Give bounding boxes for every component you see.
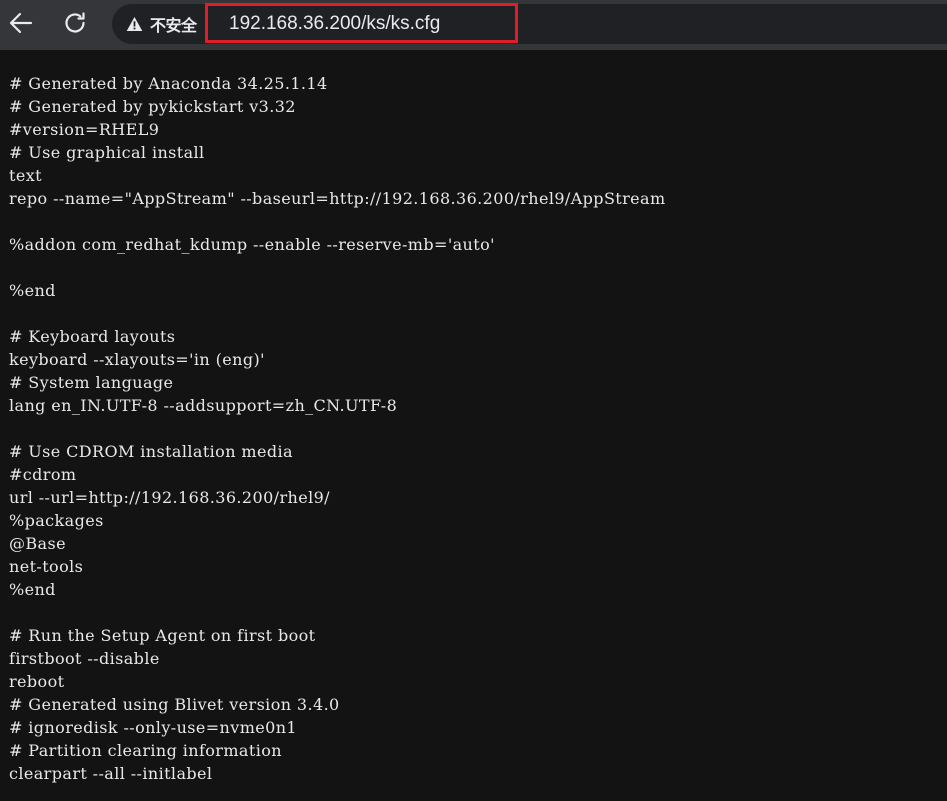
- document-line: net-tools: [9, 557, 84, 576]
- document-line: [9, 417, 666, 440]
- document-line: # Generated by pykickstart v3.32: [9, 97, 296, 116]
- document-line: %end: [9, 580, 56, 599]
- security-indicator[interactable]: 不安全: [126, 4, 197, 44]
- browser-toolbar: 不安全 192.168.36.200/ks/ks.cfg: [0, 0, 947, 50]
- address-bar[interactable]: 不安全 192.168.36.200/ks/ks.cfg: [112, 4, 947, 44]
- document-line: %end: [9, 281, 56, 300]
- document-line: #cdrom: [9, 465, 77, 484]
- document-line: # Use CDROM installation media: [9, 442, 293, 461]
- reload-button[interactable]: [57, 5, 93, 41]
- document-line: # Generated using Blivet version 3.4.0: [9, 695, 340, 714]
- document-line: %packages: [9, 511, 104, 530]
- warning-icon: [126, 17, 143, 31]
- document-line: keyboard --xlayouts='in (eng)': [9, 350, 265, 369]
- document-line: # ignoredisk --only-use=nvme0n1: [9, 718, 298, 737]
- document-line: [9, 256, 666, 279]
- document-line: %addon com_redhat_kdump --enable --reser…: [9, 235, 495, 254]
- document-line: firstboot --disable: [9, 649, 160, 668]
- url-text[interactable]: 192.168.36.200/ks/ks.cfg: [229, 13, 440, 35]
- security-label: 不安全: [150, 16, 197, 35]
- document-line: @Base: [9, 534, 66, 553]
- document-line: [9, 601, 666, 624]
- document-line: # Generated by Anaconda 34.25.1.14: [9, 74, 328, 93]
- arrow-left-icon: [9, 12, 33, 34]
- document-line: repo --name="AppStream" --baseurl=http:/…: [9, 189, 666, 208]
- document-line: # Keyboard layouts: [9, 327, 176, 346]
- document-line: [9, 210, 666, 233]
- document-line: reboot: [9, 672, 65, 691]
- document-line: # Use graphical install: [9, 143, 205, 162]
- document-line: lang en_IN.UTF-8 --addsupport=zh_CN.UTF-…: [9, 396, 398, 415]
- document-text: # Generated by Anaconda 34.25.1.14 # Gene…: [9, 72, 666, 785]
- back-button[interactable]: [3, 5, 39, 41]
- document-line: [9, 302, 666, 325]
- document-line: url --url=http://192.168.36.200/rhel9/: [9, 488, 330, 507]
- document-line: # Run the Setup Agent on first boot: [9, 626, 316, 645]
- document-line: text: [9, 166, 42, 185]
- document-line: clearpart --all --initlabel: [9, 764, 213, 783]
- document-line: # Partition clearing information: [9, 741, 282, 760]
- reload-icon: [65, 12, 85, 33]
- document-line: # System language: [9, 373, 174, 392]
- document-line: #version=RHEL9: [9, 120, 160, 139]
